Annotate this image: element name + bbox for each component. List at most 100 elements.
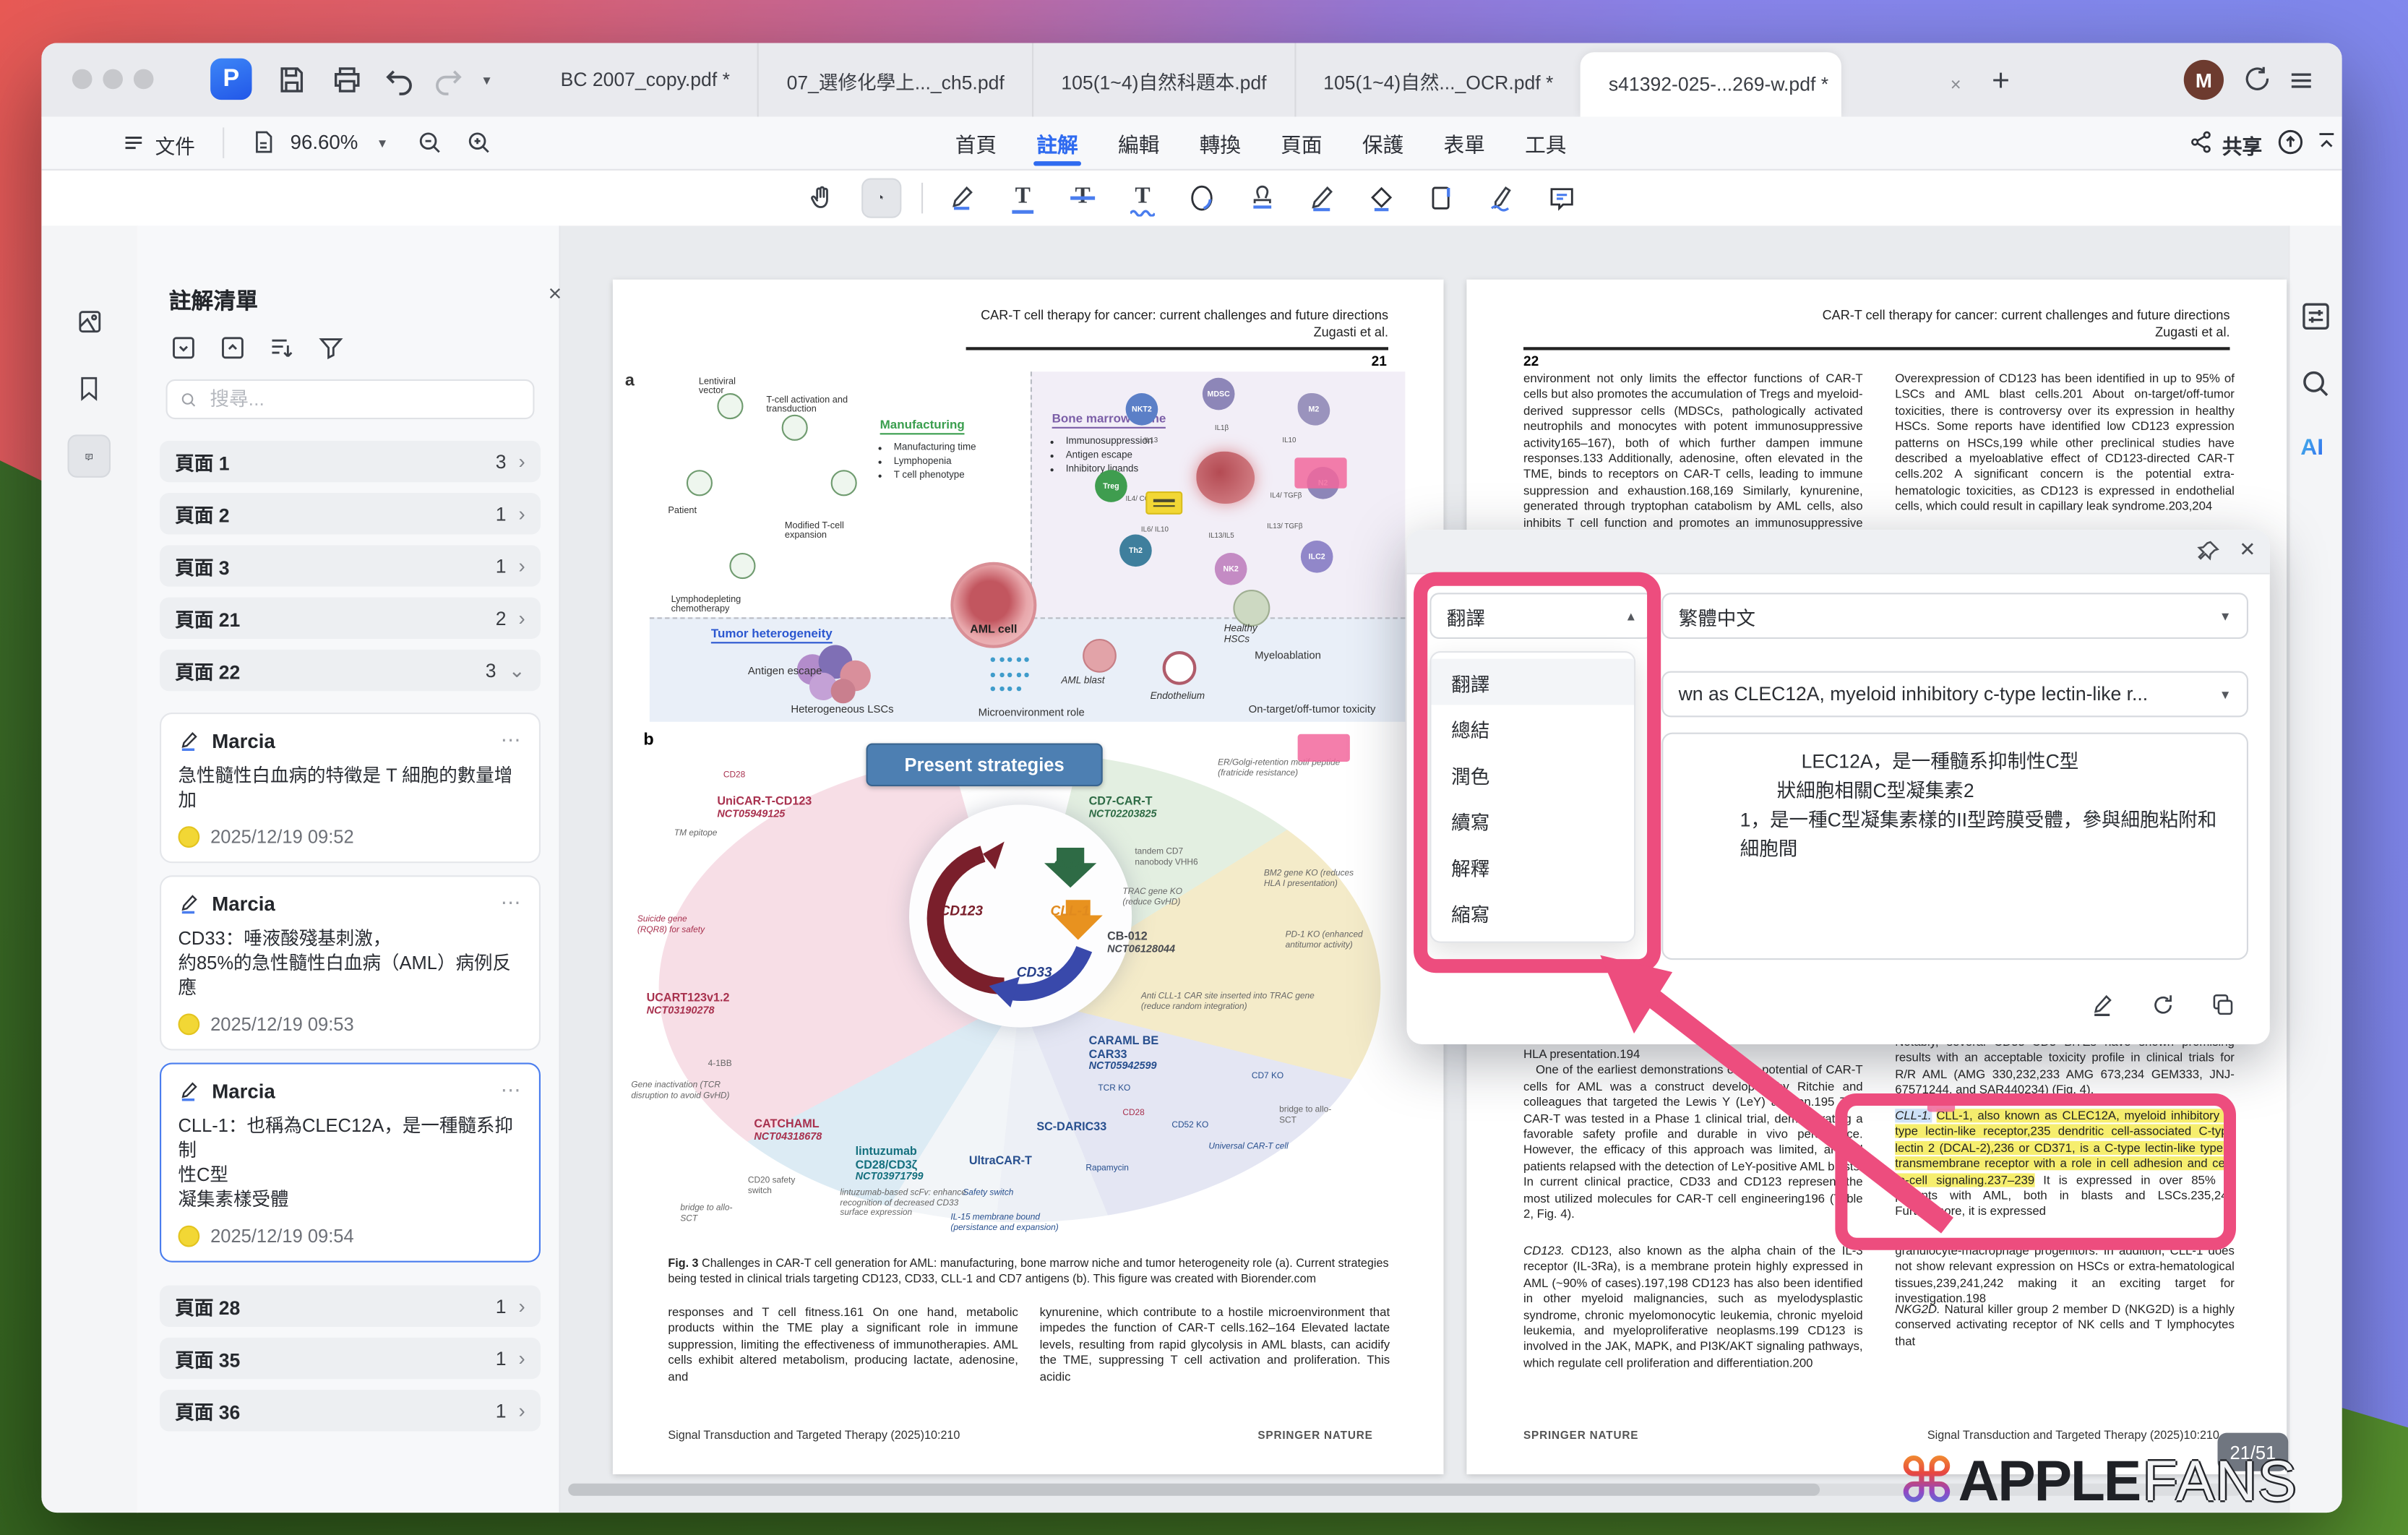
zoom-value[interactable]: 96.60% xyxy=(291,131,358,154)
stamp-icon[interactable] xyxy=(1242,177,1282,217)
copy-icon[interactable] xyxy=(2210,992,2236,1018)
sync-icon[interactable] xyxy=(2240,64,2271,95)
hamburger-menu-icon[interactable] xyxy=(2287,66,2315,95)
ribbon-menu-item[interactable]: 編輯 xyxy=(1118,117,1159,169)
highlight-icon[interactable] xyxy=(943,177,983,217)
save-icon[interactable] xyxy=(275,63,309,97)
thumbnails-panel-icon[interactable] xyxy=(68,299,111,343)
document-tab[interactable]: 105(1~4)自然..._OCR.pdf * xyxy=(1296,43,1581,117)
text-box-icon[interactable] xyxy=(1422,177,1462,217)
ai-translate-popup[interactable]: ✕ 翻譯▲ 繁體中文▼ 翻譯總結潤色續寫解釋縮寫 wn as CLEC12A, … xyxy=(1407,530,2270,1044)
file-menu-icon[interactable] xyxy=(121,131,146,155)
page-group-row[interactable]: 頁面 28 1 › xyxy=(160,1286,541,1327)
document-tab[interactable]: 07_選修化學上..._ch5.pdf xyxy=(759,43,1033,117)
ai-action-menu-item[interactable]: 總結 xyxy=(1432,705,1635,751)
ai-action-menu-item[interactable]: 潤色 xyxy=(1432,751,1635,797)
ai-action-select[interactable]: 翻譯▲ xyxy=(1429,593,1654,639)
annotations-panel-icon[interactable] xyxy=(68,434,111,478)
ribbon-menu-item[interactable]: 保護 xyxy=(1362,117,1403,169)
popup-close-icon[interactable]: ✕ xyxy=(2239,538,2256,562)
zoom-dropdown-icon[interactable]: ▼ xyxy=(377,137,389,150)
document-tab[interactable]: BC 2007_copy.pdf * xyxy=(533,43,759,117)
translation-result[interactable]: LEC12A，是一種髓系抑制性C型狀細胞相關C型凝集素21，是一種C型凝集素樣的… xyxy=(1661,733,2248,960)
panel-close-icon[interactable]: × xyxy=(549,281,562,307)
history-dropdown-icon[interactable]: ▼ xyxy=(481,74,493,87)
page-group-row[interactable]: 頁面 22 3 ⌄ xyxy=(160,650,541,691)
sort-icon[interactable] xyxy=(267,333,296,362)
ai-assistant-icon[interactable]: AI xyxy=(2300,434,2323,460)
freeform-highlight-icon[interactable] xyxy=(1182,177,1222,217)
scrollbar-thumb[interactable] xyxy=(568,1484,1820,1496)
ai-action-menu-item[interactable]: 縮寫 xyxy=(1432,889,1635,935)
new-tab-button[interactable]: + xyxy=(1992,64,2010,100)
sticky-note-icon[interactable] xyxy=(1145,491,1182,515)
ribbon-menu-item[interactable]: 表單 xyxy=(1444,117,1485,169)
signature-icon[interactable] xyxy=(1482,177,1522,217)
card-more-icon[interactable]: ⋯ xyxy=(501,728,523,752)
collapse-all-icon[interactable] xyxy=(169,333,198,362)
right-icon-rail: AI xyxy=(2288,225,2342,1513)
pin-icon[interactable] xyxy=(2196,539,2221,564)
target-antigen-label: CD123 xyxy=(940,903,984,919)
page-group-row[interactable]: 頁面 36 1 › xyxy=(160,1390,541,1431)
page-group-row[interactable]: 頁面 2 1 › xyxy=(160,493,541,534)
page-fit-icon[interactable] xyxy=(250,129,276,155)
ribbon-menu-item[interactable]: 轉換 xyxy=(1200,117,1241,169)
card-more-icon[interactable]: ⋯ xyxy=(501,891,523,916)
source-text-select[interactable]: wn as CLEC12A, myeloid inhibitory c-type… xyxy=(1661,671,2248,718)
expand-all-icon[interactable] xyxy=(218,333,247,362)
page-group-row[interactable]: 頁面 35 1 › xyxy=(160,1338,541,1379)
search-document-icon[interactable] xyxy=(2299,367,2333,401)
zoom-window-button[interactable] xyxy=(134,69,154,90)
properties-panel-icon[interactable] xyxy=(2299,299,2333,333)
ribbon-menu-item[interactable]: 首頁 xyxy=(955,117,997,169)
page-group-row[interactable]: 頁面 21 2 › xyxy=(160,598,541,639)
document-tab[interactable]: 105(1~4)自然科題本.pdf xyxy=(1033,43,1296,117)
print-icon[interactable] xyxy=(330,63,364,97)
ink-pen-icon[interactable] xyxy=(1302,177,1342,217)
share-label[interactable]: 共享 xyxy=(2222,131,2262,160)
strategy-label: SC-DARIC33 xyxy=(1036,1121,1106,1134)
note-comment-icon[interactable] xyxy=(1542,177,1582,217)
ribbon-menu-item[interactable]: 工具 xyxy=(1525,117,1566,169)
ai-action-menu-item[interactable]: 翻譯 xyxy=(1432,659,1635,705)
zoom-in-icon[interactable] xyxy=(465,129,493,157)
minimize-window-button[interactable] xyxy=(103,69,123,90)
zoom-out-icon[interactable] xyxy=(416,129,444,157)
ribbon-menu-item[interactable]: 註解 xyxy=(1036,117,1078,169)
page-group-row[interactable]: 頁面 3 1 › xyxy=(160,545,541,586)
pan-hand-icon[interactable] xyxy=(801,177,841,217)
ribbon-menu-item[interactable]: 頁面 xyxy=(1281,117,1322,169)
upload-cloud-icon[interactable] xyxy=(2276,127,2305,156)
annotation-card[interactable]: Marcia ⋯ CLL-1：也稱為CLEC12A，是一種髓系抑制 性C型 凝集… xyxy=(160,1063,541,1263)
avatar[interactable]: M xyxy=(2184,60,2224,100)
close-tab-icon[interactable]: × xyxy=(1951,74,1961,95)
pdf-page-21[interactable]: CAR-T cell therapy for cancer: current c… xyxy=(613,280,1444,1474)
squiggly-text-icon[interactable]: T xyxy=(1122,177,1162,217)
annotation-search[interactable] xyxy=(166,379,535,419)
strikethrough-text-icon[interactable]: T xyxy=(1063,177,1103,217)
filter-icon[interactable] xyxy=(317,333,345,362)
collapse-toolbar-icon[interactable] xyxy=(2314,129,2339,154)
undo-icon[interactable] xyxy=(382,63,416,97)
select-cursor-icon[interactable] xyxy=(861,177,901,217)
bookmarks-panel-icon[interactable] xyxy=(68,367,111,410)
underline-text-icon[interactable]: T xyxy=(1003,177,1043,217)
ai-action-menu-item[interactable]: 解釋 xyxy=(1432,843,1635,890)
highlight-result-icon[interactable] xyxy=(2090,992,2116,1018)
document-tab[interactable]: s41392-025-...269-w.pdf * xyxy=(1581,52,1841,116)
page-group-row[interactable]: 頁面 1 3 › xyxy=(160,441,541,482)
manufacturing-block: Manufacturing Manufacturing timeLymphope… xyxy=(880,418,1034,482)
regenerate-icon[interactable] xyxy=(2150,992,2176,1018)
file-menu-label[interactable]: 文件 xyxy=(155,131,195,160)
share-icon[interactable] xyxy=(2188,129,2214,155)
annotation-card[interactable]: Marcia ⋯ 急性髓性白血病的特徵是 T 細胞的數量增加 2025/12/1… xyxy=(160,713,541,863)
shapes-icon[interactable] xyxy=(1362,177,1402,217)
search-input[interactable] xyxy=(207,387,520,412)
target-language-select[interactable]: 繁體中文▼ xyxy=(1661,593,2248,639)
close-window-button[interactable] xyxy=(72,69,93,90)
card-more-icon[interactable]: ⋯ xyxy=(501,1078,523,1103)
ai-action-menu-item[interactable]: 續寫 xyxy=(1432,797,1635,843)
annotation-card[interactable]: Marcia ⋯ CD33：唾液酸殘基刺激， 約85%的急性髓性白血病（AML）… xyxy=(160,875,541,1050)
redo-icon[interactable] xyxy=(431,63,465,97)
